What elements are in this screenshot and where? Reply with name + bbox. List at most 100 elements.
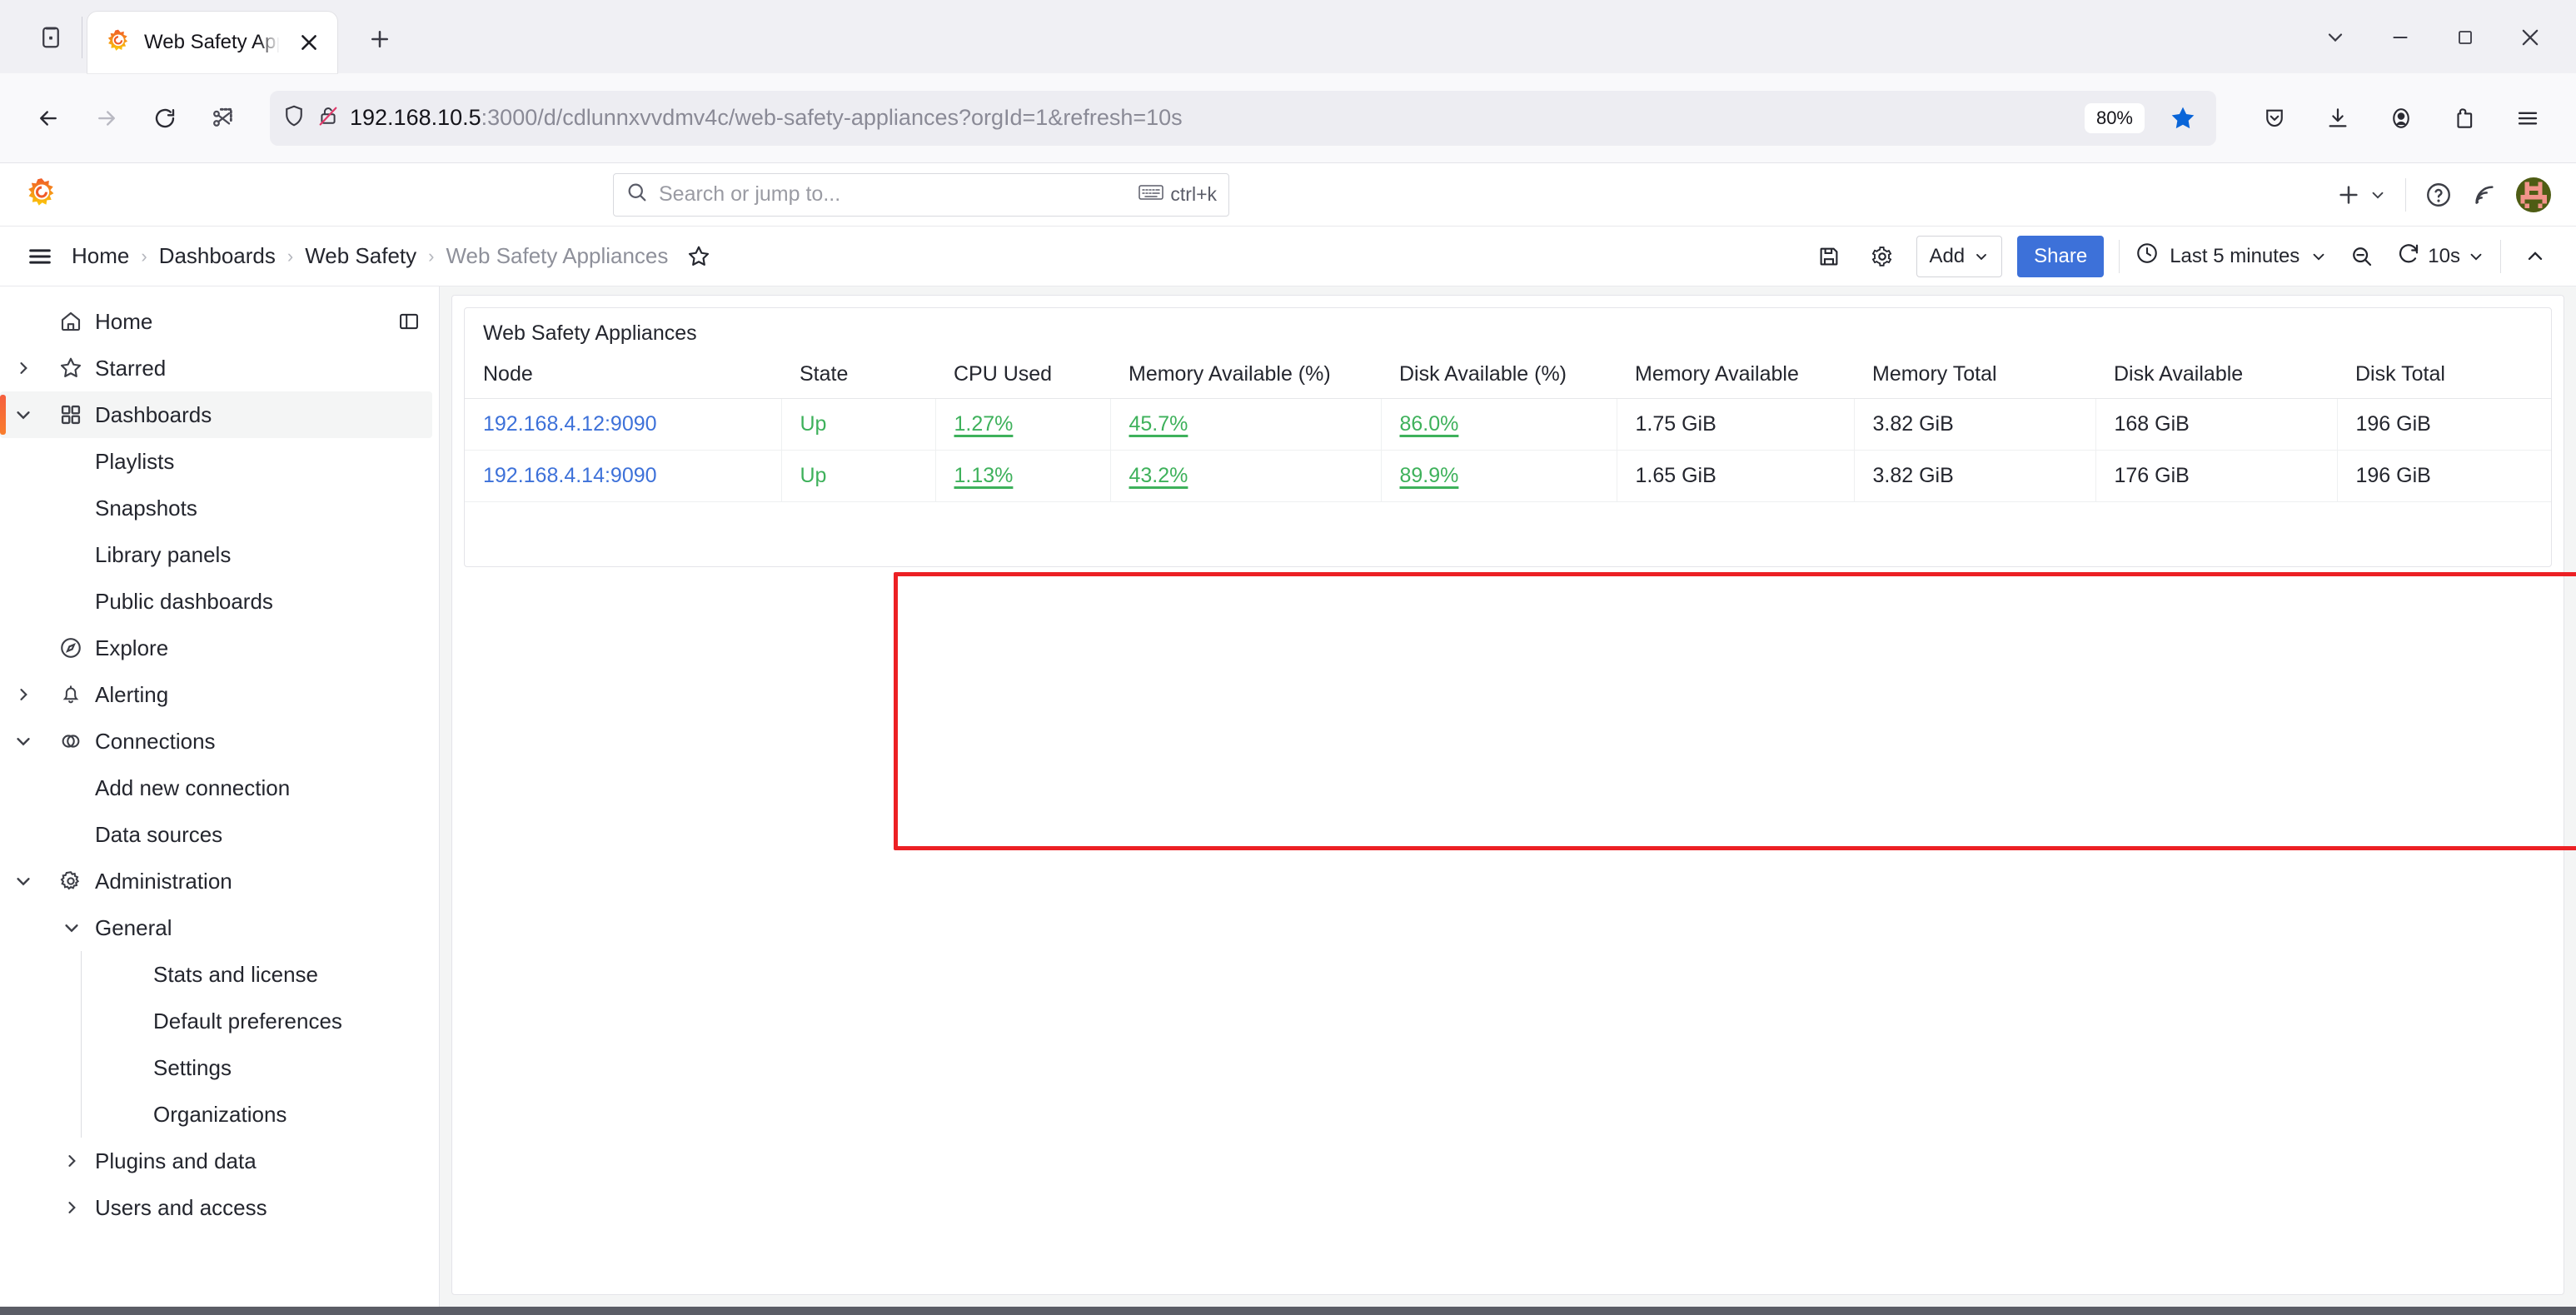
chevron-down-icon[interactable] <box>0 732 47 750</box>
sidebar-item-connections[interactable]: Connections <box>0 718 432 765</box>
column-header-memory-available-pct[interactable]: Memory Available (%) <box>1110 352 1381 399</box>
sidebar-item-add-new-connection[interactable]: Add new connection <box>0 765 432 811</box>
back-arrow-icon[interactable] <box>22 92 75 145</box>
sidebar-item-alerting[interactable]: Alerting <box>0 671 432 718</box>
sidebar-item-public-dashboards[interactable]: Public dashboards <box>0 578 432 625</box>
breadcrumb-item-home[interactable]: Home <box>72 243 129 269</box>
disk-available-pct-link[interactable]: 86.0% <box>1400 412 1459 436</box>
refresh-picker[interactable]: 10s <box>2396 241 2485 271</box>
sidebar-item-data-sources[interactable]: Data sources <box>0 811 432 858</box>
column-header-state[interactable]: State <box>781 352 935 399</box>
sidebar-item-label: Connections <box>95 728 216 754</box>
new-tab-icon[interactable] <box>356 15 404 63</box>
cell-node: 192.168.4.14:9090 <box>465 450 781 502</box>
chevron-down-icon[interactable] <box>0 872 47 890</box>
star-filled-icon[interactable] <box>2161 97 2205 140</box>
insecure-connection-icon[interactable] <box>316 104 340 132</box>
sidebar-item-dashboards[interactable]: Dashboards <box>0 391 432 438</box>
app-menu-icon[interactable] <box>2501 92 2554 145</box>
browser-tab[interactable]: Web Safety Appliances - Web Sa <box>87 12 337 73</box>
star-outline-icon[interactable] <box>686 244 711 269</box>
sidebar-item-plugins-and-data[interactable]: Plugins and data <box>0 1138 432 1184</box>
sidebar-item-explore[interactable]: Explore <box>0 625 432 671</box>
chevron-down-icon[interactable] <box>48 919 95 937</box>
dashboard-scroll-area: Web Safety Appliances Node State CPU Use… <box>451 295 2564 1295</box>
grafana-logo-icon[interactable] <box>23 177 60 213</box>
sidebar-item-label: Public dashboards <box>95 588 273 614</box>
chevron-down-icon[interactable] <box>0 406 47 424</box>
column-header-cpu-used[interactable]: CPU Used <box>935 352 1110 399</box>
maximize-icon[interactable] <box>2434 13 2496 62</box>
bell-icon <box>47 683 95 706</box>
table-row[interactable]: 192.168.4.12:9090 Up 1.27% 45.7% 86.0% 1… <box>465 398 2551 451</box>
sidebar-item-starred[interactable]: Starred <box>0 345 432 391</box>
node-link[interactable]: 192.168.4.14:9090 <box>483 464 657 487</box>
dashboard-toolbar-actions: Add Share Last 5 minutes 10s <box>1810 235 2554 277</box>
hamburger-menu-icon[interactable] <box>22 238 58 275</box>
zoom-out-icon[interactable] <box>2343 237 2381 276</box>
sidebar-item-settings[interactable]: Settings <box>0 1044 432 1091</box>
node-link[interactable]: 192.168.4.12:9090 <box>483 412 657 436</box>
sidebar-item-label: Add new connection <box>95 775 291 800</box>
question-circle-icon[interactable] <box>2424 181 2453 209</box>
dashboard-settings-icon[interactable] <box>1863 237 1901 276</box>
sidebar-item-general[interactable]: General <box>0 904 432 951</box>
sidebar-item-organizations[interactable]: Organizations <box>0 1091 432 1138</box>
account-icon[interactable] <box>2374 92 2428 145</box>
search-input[interactable]: Search or jump to... ctrl+k <box>613 172 1229 217</box>
extensions-icon[interactable] <box>2438 92 2491 145</box>
user-avatar[interactable] <box>2516 177 2551 212</box>
breadcrumb-item-web-safety[interactable]: Web Safety <box>305 243 416 269</box>
minimize-icon[interactable] <box>2369 13 2431 62</box>
sidebar-item-administration[interactable]: Administration <box>0 858 432 904</box>
dock-menu-icon[interactable] <box>397 310 421 333</box>
chevron-right-icon[interactable] <box>48 1153 95 1169</box>
sidebar-item-home[interactable]: Home <box>0 298 432 345</box>
close-window-icon[interactable] <box>2499 13 2561 62</box>
add-button[interactable]: Add <box>1916 235 2003 277</box>
memory-available-pct-link[interactable]: 43.2% <box>1129 464 1188 487</box>
cpu-used-link[interactable]: 1.13% <box>954 464 1014 487</box>
chevron-down-icon[interactable] <box>2304 13 2366 62</box>
chevron-right-icon[interactable] <box>0 360 47 376</box>
column-header-memory-total[interactable]: Memory Total <box>1854 352 2095 399</box>
column-header-node[interactable]: Node <box>465 352 781 399</box>
sidebar-item-playlists[interactable]: Playlists <box>0 438 432 485</box>
tab-list-icon[interactable] <box>25 12 77 63</box>
sidebar-item-snapshots[interactable]: Snapshots <box>0 485 432 531</box>
breadcrumb-item-dashboards[interactable]: Dashboards <box>159 243 276 269</box>
sidebar-item-stats-and-license[interactable]: Stats and license <box>0 951 432 998</box>
column-header-disk-available-pct[interactable]: Disk Available (%) <box>1381 352 1617 399</box>
share-button[interactable]: Share <box>2017 235 2105 277</box>
downloads-icon[interactable] <box>2311 92 2364 145</box>
scissors-screenshot-icon[interactable] <box>197 92 250 145</box>
reload-icon[interactable] <box>138 92 192 145</box>
horizontal-scrollbar[interactable] <box>0 1307 2576 1315</box>
memory-available-pct-link[interactable]: 45.7% <box>1129 412 1188 436</box>
cpu-used-link[interactable]: 1.27% <box>954 412 1014 436</box>
chevron-right-icon[interactable] <box>48 1199 95 1216</box>
sidebar-item-users-and-access[interactable]: Users and access <box>0 1184 432 1231</box>
column-header-disk-available[interactable]: Disk Available <box>2095 352 2337 399</box>
column-header-memory-available[interactable]: Memory Available <box>1617 352 1854 399</box>
chevron-up-icon[interactable] <box>2516 237 2554 276</box>
disk-available-pct-link[interactable]: 89.9% <box>1400 464 1459 487</box>
column-header-disk-total[interactable]: Disk Total <box>2337 352 2551 399</box>
save-dashboard-icon[interactable] <box>1810 237 1848 276</box>
close-icon[interactable] <box>292 26 326 59</box>
tracking-protection-shield-icon[interactable] <box>282 103 306 132</box>
sidebar-item-default-preferences[interactable]: Default preferences <box>0 998 432 1044</box>
browser-toolbar-right <box>2248 92 2554 145</box>
sidebar-item-library-panels[interactable]: Library panels <box>0 531 432 578</box>
refresh-icon[interactable] <box>2396 241 2421 271</box>
time-range-picker[interactable]: Last 5 minutes <box>2135 241 2328 271</box>
rss-news-icon[interactable] <box>2471 182 2498 208</box>
url-bar[interactable]: 192.168.10.5:3000/d/cdlunnxvvdmv4c/web-s… <box>270 90 2216 146</box>
panel-web-safety-appliances[interactable]: Web Safety Appliances Node State CPU Use… <box>464 307 2552 567</box>
plus-icon[interactable] <box>2335 182 2387 208</box>
zoom-level-badge[interactable]: 80% <box>2084 102 2145 133</box>
pocket-save-icon[interactable] <box>2248 92 2301 145</box>
table-row[interactable]: 192.168.4.14:9090 Up 1.13% 43.2% 89.9% 1… <box>465 450 2551 502</box>
chevron-right-icon[interactable] <box>0 686 47 703</box>
sidebar-item-label: Organizations <box>153 1101 287 1127</box>
